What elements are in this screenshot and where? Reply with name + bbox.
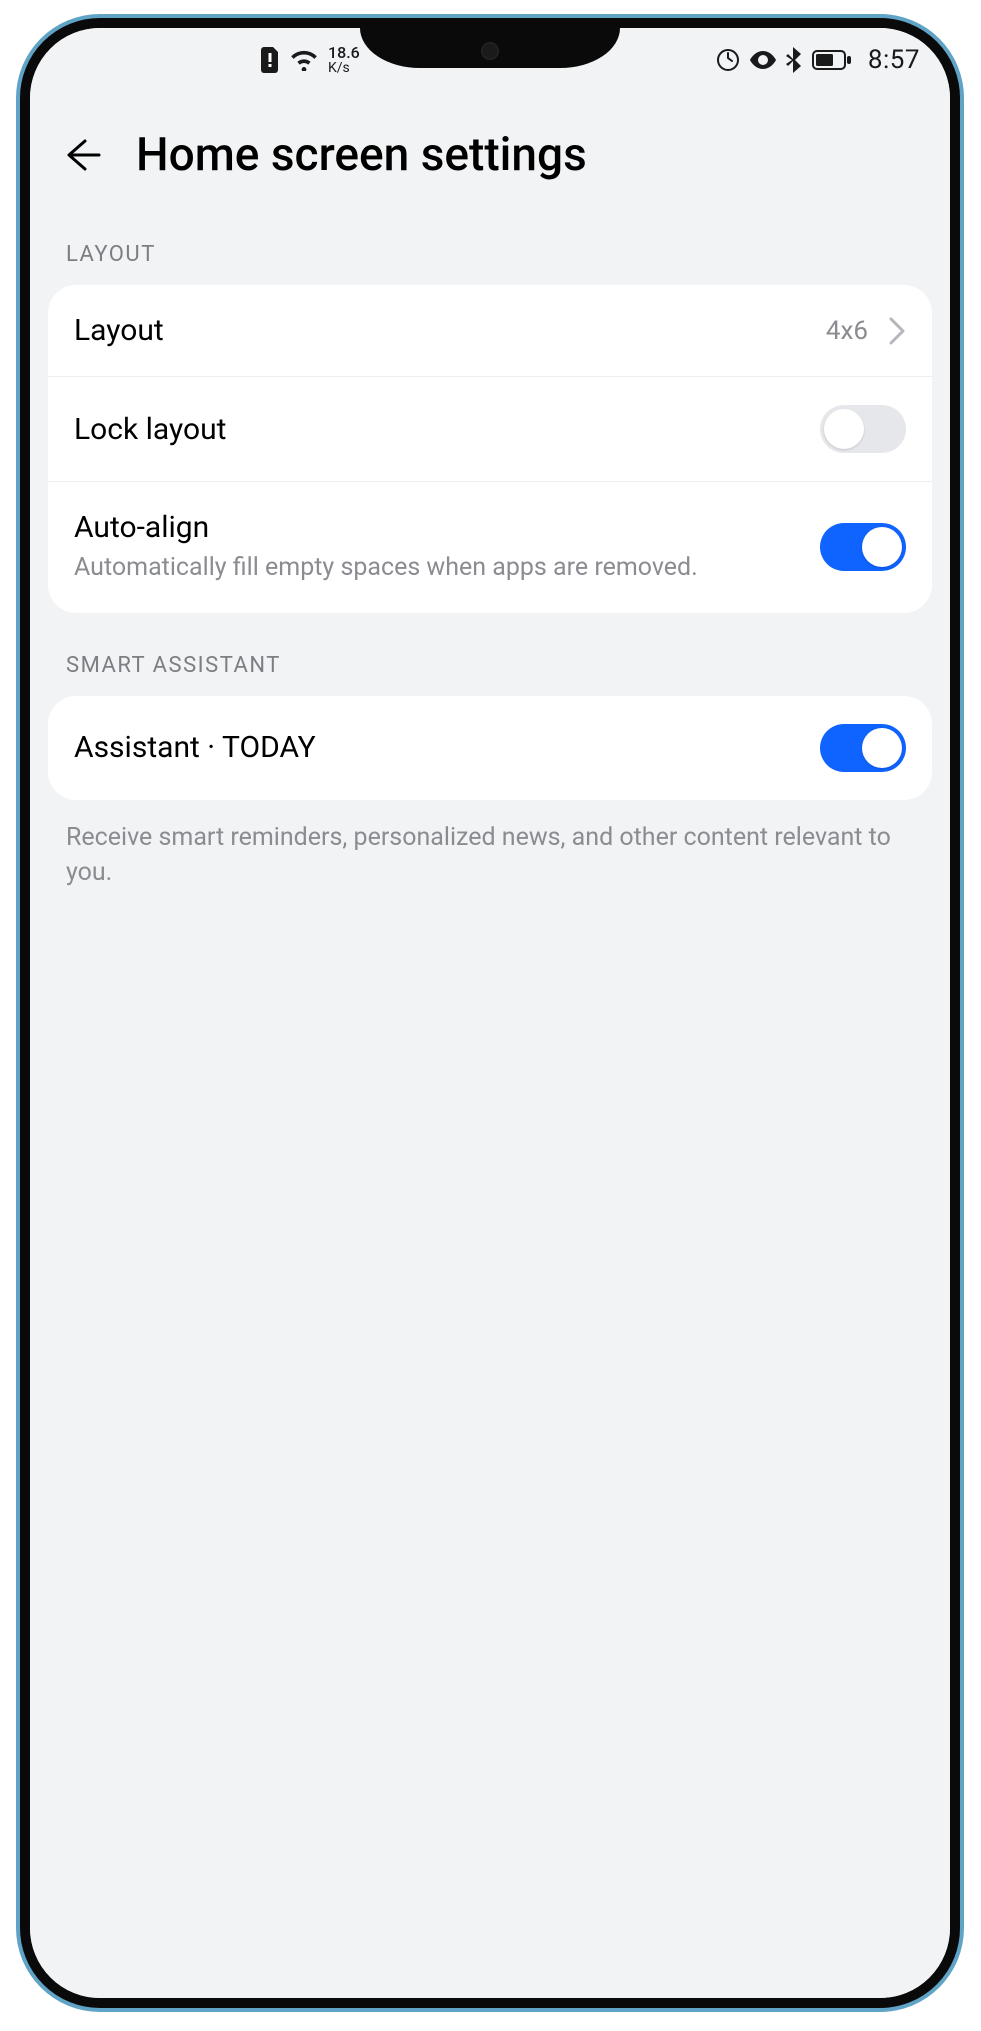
row-lock-layout: Lock layout	[48, 376, 932, 481]
row-layout[interactable]: Layout 4x6	[48, 285, 932, 376]
row-assistant-title: Assistant · TODAY	[74, 730, 800, 765]
data-saver-icon	[716, 48, 740, 72]
assistant-footnote: Receive smart reminders, personalized ne…	[30, 800, 950, 910]
toggle-lock-layout[interactable]	[820, 405, 906, 453]
network-speed-value: 18.6	[328, 45, 360, 61]
card-assistant: Assistant · TODAY	[48, 696, 932, 800]
clock: 8:57	[868, 45, 920, 75]
row-layout-value: 4x6	[826, 316, 868, 346]
toggle-auto-align[interactable]	[820, 523, 906, 571]
bluetooth-icon	[786, 47, 802, 73]
screen: 18.6 K/s	[30, 28, 950, 1998]
arrow-left-icon	[61, 133, 105, 177]
sim-alert-icon	[260, 47, 280, 73]
battery-icon	[812, 49, 852, 71]
status-bar-left: 18.6 K/s	[260, 45, 360, 75]
page-title: Home screen settings	[136, 128, 587, 182]
back-button[interactable]	[60, 132, 106, 178]
network-speed-unit: K/s	[328, 61, 360, 75]
status-bar-right: 8:57	[716, 45, 920, 75]
row-auto-align: Auto-align Automatically fill empty spac…	[48, 481, 932, 613]
row-assistant-today: Assistant · TODAY	[48, 696, 932, 800]
chevron-right-icon	[888, 316, 906, 346]
card-layout: Layout 4x6 Lock layout Auto-align	[48, 285, 932, 613]
camera-notch	[360, 28, 620, 68]
row-autoalign-sub: Automatically fill empty spaces when app…	[74, 551, 800, 585]
wifi-icon	[290, 49, 318, 71]
phone-frame: 18.6 K/s	[20, 18, 960, 2008]
section-label-layout: LAYOUT	[30, 202, 950, 285]
header: Home screen settings	[30, 78, 950, 202]
section-label-assistant: SMART ASSISTANT	[30, 613, 950, 696]
toggle-assistant-today[interactable]	[820, 724, 906, 772]
row-lock-title: Lock layout	[74, 412, 800, 447]
row-layout-title: Layout	[74, 313, 806, 348]
network-speed: 18.6 K/s	[328, 45, 360, 75]
row-autoalign-title: Auto-align	[74, 510, 800, 545]
eye-comfort-icon	[750, 51, 776, 69]
